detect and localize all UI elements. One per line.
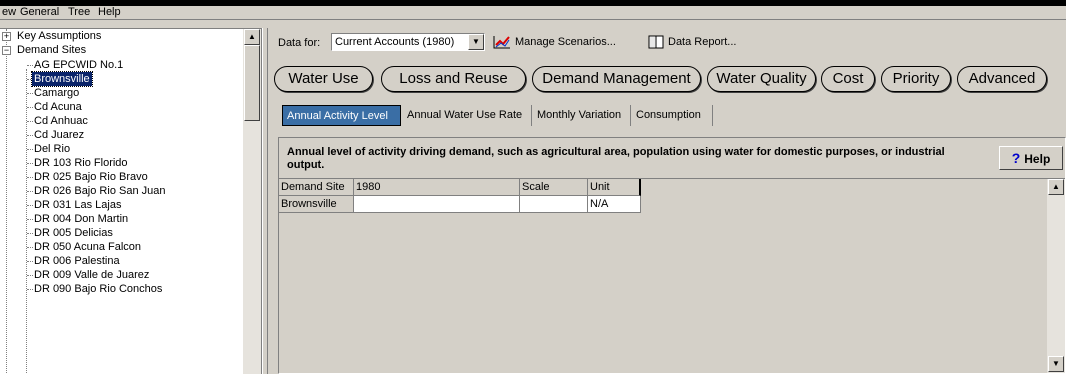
scale-cell[interactable] [520, 196, 588, 213]
tree-item-demand-sites[interactable]: Demand Sites [17, 43, 86, 57]
manage-scenarios-label: Manage Scenarios... [515, 36, 616, 48]
scroll-up-icon[interactable]: ▲ [1048, 179, 1064, 195]
tree-item[interactable]: Cd Acuna [34, 100, 82, 114]
tree-connector [26, 69, 27, 374]
tree-connector [27, 219, 33, 220]
expand-icon[interactable]: + [2, 32, 11, 41]
tree-item[interactable]: Del Rio [34, 142, 70, 156]
tree-item-selected[interactable]: Brownsville [31, 71, 93, 87]
chart-line-icon [493, 36, 510, 49]
tree-connector [27, 163, 33, 164]
tree-item[interactable]: Cd Anhuac [34, 114, 88, 128]
menu-general[interactable]: General [20, 5, 59, 19]
tree-item[interactable]: DR 090 Bajo Rio Conchos [34, 282, 162, 296]
tree-item[interactable]: AG EPCWID No.1 [34, 58, 123, 72]
tree-connector [27, 135, 33, 136]
tree-item[interactable]: DR 031 Las Lajas [34, 198, 121, 212]
tree-connector [6, 29, 7, 374]
tree-item[interactable]: DR 004 Don Martin [34, 212, 128, 226]
scroll-down-icon[interactable]: ▼ [1048, 356, 1064, 372]
chevron-down-icon[interactable]: ▼ [468, 34, 484, 50]
data-table: Demand Site 1980 Scale Unit Brownsville … [279, 178, 1065, 373]
tree-item[interactable]: DR 005 Delicias [34, 226, 113, 240]
menu-bar: ew General Tree Help [0, 6, 1066, 20]
subtab-monthly-variation[interactable]: Monthly Variation [533, 105, 631, 126]
tree-connector [27, 275, 33, 276]
tree-connector [27, 205, 33, 206]
tree-item[interactable]: Camargo [34, 86, 79, 100]
tree-connector [27, 93, 33, 94]
manage-scenarios-button[interactable]: Manage Scenarios... [493, 34, 616, 50]
tab-water-quality[interactable]: Water Quality [707, 66, 816, 92]
book-icon [648, 35, 664, 49]
tab-cost[interactable]: Cost [821, 66, 875, 92]
unit-cell[interactable]: N/A [588, 196, 641, 213]
collapse-icon[interactable]: − [2, 46, 11, 55]
tab-demand-management[interactable]: Demand Management [532, 66, 701, 92]
subtab-consumption[interactable]: Consumption [632, 105, 713, 126]
scenario-select[interactable]: Current Accounts (1980) ▼ [331, 33, 485, 51]
row-header[interactable]: Brownsville [279, 196, 354, 213]
column-header[interactable]: 1980 [354, 179, 520, 196]
column-header[interactable]: Unit [588, 179, 641, 196]
description-text: Annual level of activity driving demand,… [287, 146, 945, 171]
tree-scrollbar[interactable]: ▲ [243, 29, 261, 374]
tree-item[interactable]: DR 009 Valle de Juarez [34, 268, 149, 282]
content-area: Annual level of activity driving demand,… [278, 137, 1066, 374]
data-report-button[interactable]: Data Report... [648, 34, 736, 50]
tree-connector [27, 121, 33, 122]
tree-connector [27, 261, 33, 262]
tab-advanced[interactable]: Advanced [957, 66, 1047, 92]
scenario-value: Current Accounts (1980) [335, 36, 455, 48]
tab-water-use[interactable]: Water Use [274, 66, 373, 92]
expression-cell[interactable] [354, 196, 520, 213]
tab-loss-and-reuse[interactable]: Loss and Reuse [381, 66, 526, 92]
column-header[interactable]: Scale [520, 179, 588, 196]
tree-connector [27, 191, 33, 192]
tree-item[interactable]: DR 025 Bajo Rio Bravo [34, 170, 148, 184]
tree-connector [27, 247, 33, 248]
tree-connector [27, 289, 33, 290]
data-panel: Data for: Current Accounts (1980) ▼ Mana… [268, 28, 1066, 374]
tree-item[interactable]: DR 103 Rio Florido [34, 156, 128, 170]
tree-item[interactable]: DR 006 Palestina [34, 254, 120, 268]
tab-priority[interactable]: Priority [881, 66, 951, 92]
subtab-annual-water-use-rate[interactable]: Annual Water Use Rate [403, 105, 532, 126]
tree-panel: + Key Assumptions − Demand Sites AG EPCW… [0, 28, 262, 374]
tree-connector [27, 107, 33, 108]
tree-connector [27, 65, 33, 66]
tree-connector [27, 79, 31, 80]
tree-connector [27, 233, 33, 234]
tree-item-key-assumptions[interactable]: Key Assumptions [17, 29, 101, 43]
menu-help[interactable]: Help [98, 5, 121, 19]
scroll-thumb[interactable] [244, 45, 260, 121]
table-scrollbar[interactable]: ▲ ▼ [1047, 179, 1065, 373]
column-header[interactable]: Demand Site [279, 179, 354, 196]
data-for-label: Data for: [278, 37, 321, 49]
data-report-label: Data Report... [668, 36, 737, 48]
scroll-up-icon[interactable]: ▲ [244, 29, 260, 45]
menu-view[interactable]: ew [2, 5, 16, 19]
menu-tree[interactable]: Tree [68, 5, 90, 19]
help-button[interactable]: ? Help [999, 146, 1063, 170]
tree-connector [27, 177, 33, 178]
tree-connector [27, 149, 33, 150]
subtab-annual-activity-level[interactable]: Annual Activity Level [282, 105, 401, 126]
tree-item[interactable]: DR 050 Acuna Falcon [34, 240, 141, 254]
help-label: Help [1024, 152, 1051, 166]
question-icon: ? [1011, 150, 1021, 166]
tree-item[interactable]: DR 026 Bajo Rio San Juan [34, 184, 165, 198]
tree-item[interactable]: Cd Juarez [34, 128, 84, 142]
